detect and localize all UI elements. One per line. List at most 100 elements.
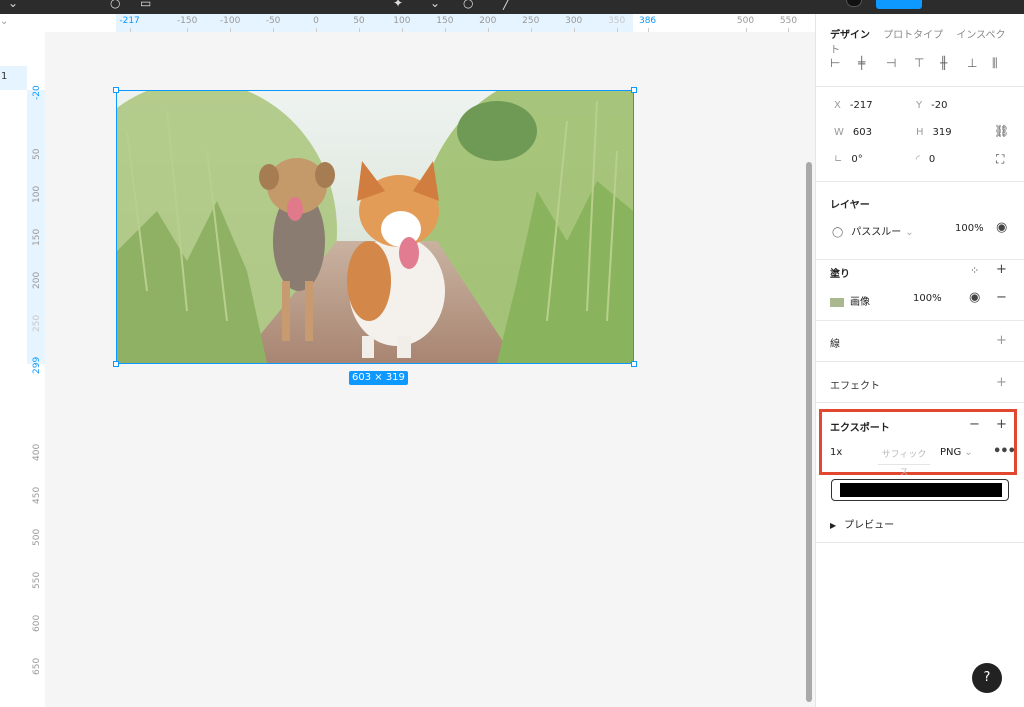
ruler-tick-label: 250 — [32, 314, 42, 332]
eye-icon[interactable]: ◉ — [969, 291, 980, 305]
remove-fill-icon[interactable]: − — [996, 291, 1007, 305]
add-export-icon[interactable]: + — [996, 418, 1007, 432]
rotation-field[interactable]: ∟ 0° — [834, 154, 863, 165]
more-options-icon[interactable]: ••• — [993, 445, 1016, 459]
divider — [816, 542, 1024, 543]
fill-opacity[interactable]: 100% — [913, 293, 942, 304]
toolbar-icon[interactable]: ⌄ — [430, 0, 440, 10]
h-field[interactable]: H 319 — [916, 127, 952, 138]
add-stroke-icon[interactable]: + — [996, 334, 1007, 348]
export-button[interactable] — [831, 479, 1009, 501]
tab-prototype[interactable]: プロトタイプ — [883, 30, 943, 41]
alignment-toolbar: ⊢ ╪ ⊣ ⊤ ╫ ⊥ ⫼ — [830, 56, 1020, 70]
add-fill-icon[interactable]: + — [996, 263, 1007, 277]
ruler-tick-label: 100 — [393, 16, 411, 26]
ruler-tick-label: 200 — [32, 271, 42, 289]
resize-handle[interactable] — [113, 87, 119, 93]
layer-row-selected[interactable]: 1 — [0, 66, 27, 90]
chevron-down-icon[interactable]: ⌄ — [0, 16, 8, 27]
scrollbar-thumb[interactable] — [806, 162, 812, 702]
export-section-title: エクスポート — [830, 423, 890, 434]
divider — [816, 320, 1024, 321]
align-left-icon[interactable]: ⊢ — [830, 56, 840, 70]
layer-section-title: レイヤー — [830, 200, 870, 211]
eye-icon[interactable]: ◉ — [996, 221, 1007, 235]
share-button[interactable] — [876, 0, 922, 9]
export-scale[interactable]: 1x — [830, 447, 842, 458]
preview-toggle[interactable]: ▶ プレビュー — [830, 516, 894, 531]
help-button[interactable]: ? — [972, 663, 1002, 693]
suffix-input[interactable]: サフィックス — [878, 446, 930, 478]
ruler-tick-label: 300 — [565, 16, 583, 26]
align-middle-icon[interactable]: ╫ — [940, 56, 947, 70]
vertical-ruler: -20501001502002502994004505005506006500 — [27, 32, 46, 707]
independent-corners-icon[interactable]: ⛶ — [996, 152, 1004, 166]
align-top-icon[interactable]: ⊤ — [914, 56, 924, 70]
resize-handle[interactable] — [631, 87, 637, 93]
tab-design[interactable]: デザイン — [830, 30, 870, 41]
ruler-tick-label: 200 — [479, 16, 497, 26]
layers-panel: ⌄ 1 — [0, 14, 28, 707]
format-select[interactable]: PNG ⌄ — [940, 447, 973, 458]
radius-field[interactable]: ◜ 0 — [916, 154, 935, 165]
ruler-tick-label: -20 — [32, 85, 42, 100]
chevron-down-icon: ⌄ — [905, 227, 914, 238]
ruler-tick-label: 350 — [608, 16, 626, 26]
ruler-tick-label: 150 — [436, 16, 454, 26]
x-field[interactable]: X -217 — [834, 100, 873, 111]
constrain-proportions-icon[interactable]: ⛓ — [994, 124, 1009, 138]
toolbar-icon[interactable]: ⌄ — [8, 0, 18, 10]
horizontal-ruler: -217 -150 -100 -50 0 50 100 150 200 250 300 350 386 5… — [27, 14, 815, 33]
comment-icon[interactable]: ○ — [110, 0, 120, 10]
export-button-label-redacted — [840, 483, 1002, 497]
align-bottom-icon[interactable]: ⊥ — [967, 56, 977, 70]
ruler-tick-label: 550 — [779, 16, 798, 26]
toolbar-icon[interactable]: ╱ — [503, 0, 510, 10]
avatar[interactable] — [846, 0, 862, 7]
design-panel: デザイン プロトタイプ インスペクト ⊢ ╪ ⊣ ⊤ ╫ ⊥ ⫼ X -217 Y… — [815, 14, 1024, 707]
ruler-tick-label: 400 — [32, 443, 42, 461]
ruler-tick-label: 500 — [736, 16, 755, 26]
ruler-tick-label: 150 — [32, 228, 42, 246]
ruler-tick-label: -217 — [119, 16, 140, 26]
resize-handle[interactable] — [631, 361, 637, 367]
toolbar-icon[interactable]: ▭ — [140, 0, 151, 10]
y-field[interactable]: Y -20 — [916, 100, 947, 111]
w-field[interactable]: W 603 — [834, 127, 872, 138]
size-badge: 603 × 319 — [349, 371, 408, 385]
fill-section-title: 塗り — [830, 269, 850, 280]
fill-row[interactable]: 画像 — [830, 293, 870, 308]
align-right-icon[interactable]: ⊣ — [886, 56, 896, 70]
toolbar-icon[interactable]: ✦ — [393, 0, 403, 10]
effect-section-title: エフェクト — [830, 381, 880, 392]
top-toolbar: ⌄ ○ ▭ ✦ ⌄ ○ ╱ — [0, 0, 1024, 14]
divider — [816, 402, 1024, 403]
image-thumbnail-icon — [830, 297, 844, 307]
resize-handle[interactable] — [113, 361, 119, 367]
panel-tabs: デザイン プロトタイプ インスペクト — [830, 26, 1024, 56]
corner-radius-icon: ◜ — [916, 154, 920, 165]
ruler-tick-label: 50 — [32, 148, 42, 160]
triangle-right-icon: ▶ — [830, 521, 837, 530]
selected-image-frame[interactable] — [116, 90, 634, 364]
ruler-tick-label: 500 — [32, 529, 42, 547]
toolbar-icon[interactable]: ○ — [463, 0, 473, 10]
add-effect-icon[interactable]: + — [996, 376, 1007, 390]
distribute-icon[interactable]: ⫼ — [992, 56, 998, 71]
vertical-scrollbar[interactable] — [805, 32, 815, 707]
divider — [816, 86, 1024, 87]
dog-photo — [117, 91, 633, 363]
remove-export-icon[interactable]: − — [969, 418, 980, 432]
ruler-tick-label: 386 — [638, 16, 657, 26]
ruler-tick-label: 600 — [32, 615, 42, 633]
ruler-tick-label: 0 — [313, 16, 319, 26]
ruler-tick-label: 250 — [522, 16, 540, 26]
styles-icon[interactable]: ⁘ — [970, 264, 979, 278]
ruler-tick-label: 450 — [32, 486, 42, 504]
blend-mode-select[interactable]: ◯ パススルー ⌄ — [832, 223, 914, 238]
ruler-tick-label: -150 — [176, 16, 198, 26]
align-center-icon[interactable]: ╪ — [858, 56, 865, 70]
rotation-icon: ∟ — [834, 154, 843, 165]
droplet-icon: ◯ — [832, 227, 844, 238]
layer-opacity[interactable]: 100% — [955, 223, 984, 234]
